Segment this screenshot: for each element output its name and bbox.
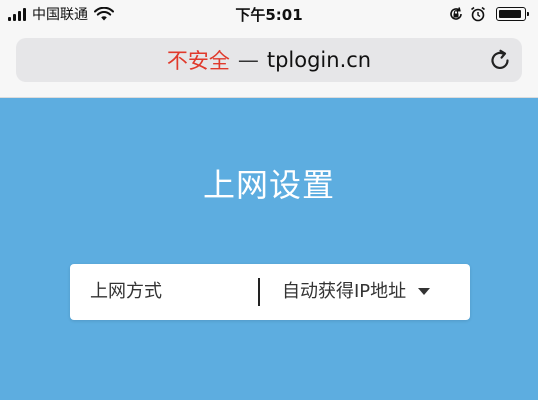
- reload-icon[interactable]: [488, 48, 512, 72]
- status-right: [448, 4, 529, 24]
- status-bar: 中国联通 下午5:01: [0, 0, 538, 28]
- page-title: 上网设置: [202, 166, 335, 204]
- alarm-icon: [471, 6, 485, 22]
- address-bar[interactable]: 不安全 — tplogin.cn: [16, 38, 522, 82]
- browser-chrome: 中国联通 下午5:01 不安全 — tplogin.cn: [0, 0, 538, 98]
- url-display[interactable]: 不安全 — tplogin.cn: [16, 38, 522, 82]
- url-domain: tplogin.cn: [266, 48, 372, 72]
- caret-down-icon[interactable]: [418, 288, 430, 295]
- battery-level: [499, 10, 521, 18]
- field-divider: [258, 278, 260, 306]
- connection-type-value[interactable]: 自动获得IP地址: [282, 264, 406, 320]
- battery-icon: [496, 7, 529, 21]
- connection-type-label: 上网方式: [90, 281, 162, 302]
- connection-type-select[interactable]: 上网方式 自动获得IP地址: [70, 264, 470, 320]
- orientation-lock-icon: [450, 7, 462, 20]
- url-separator: —: [237, 48, 259, 72]
- security-warning: 不安全: [166, 49, 230, 73]
